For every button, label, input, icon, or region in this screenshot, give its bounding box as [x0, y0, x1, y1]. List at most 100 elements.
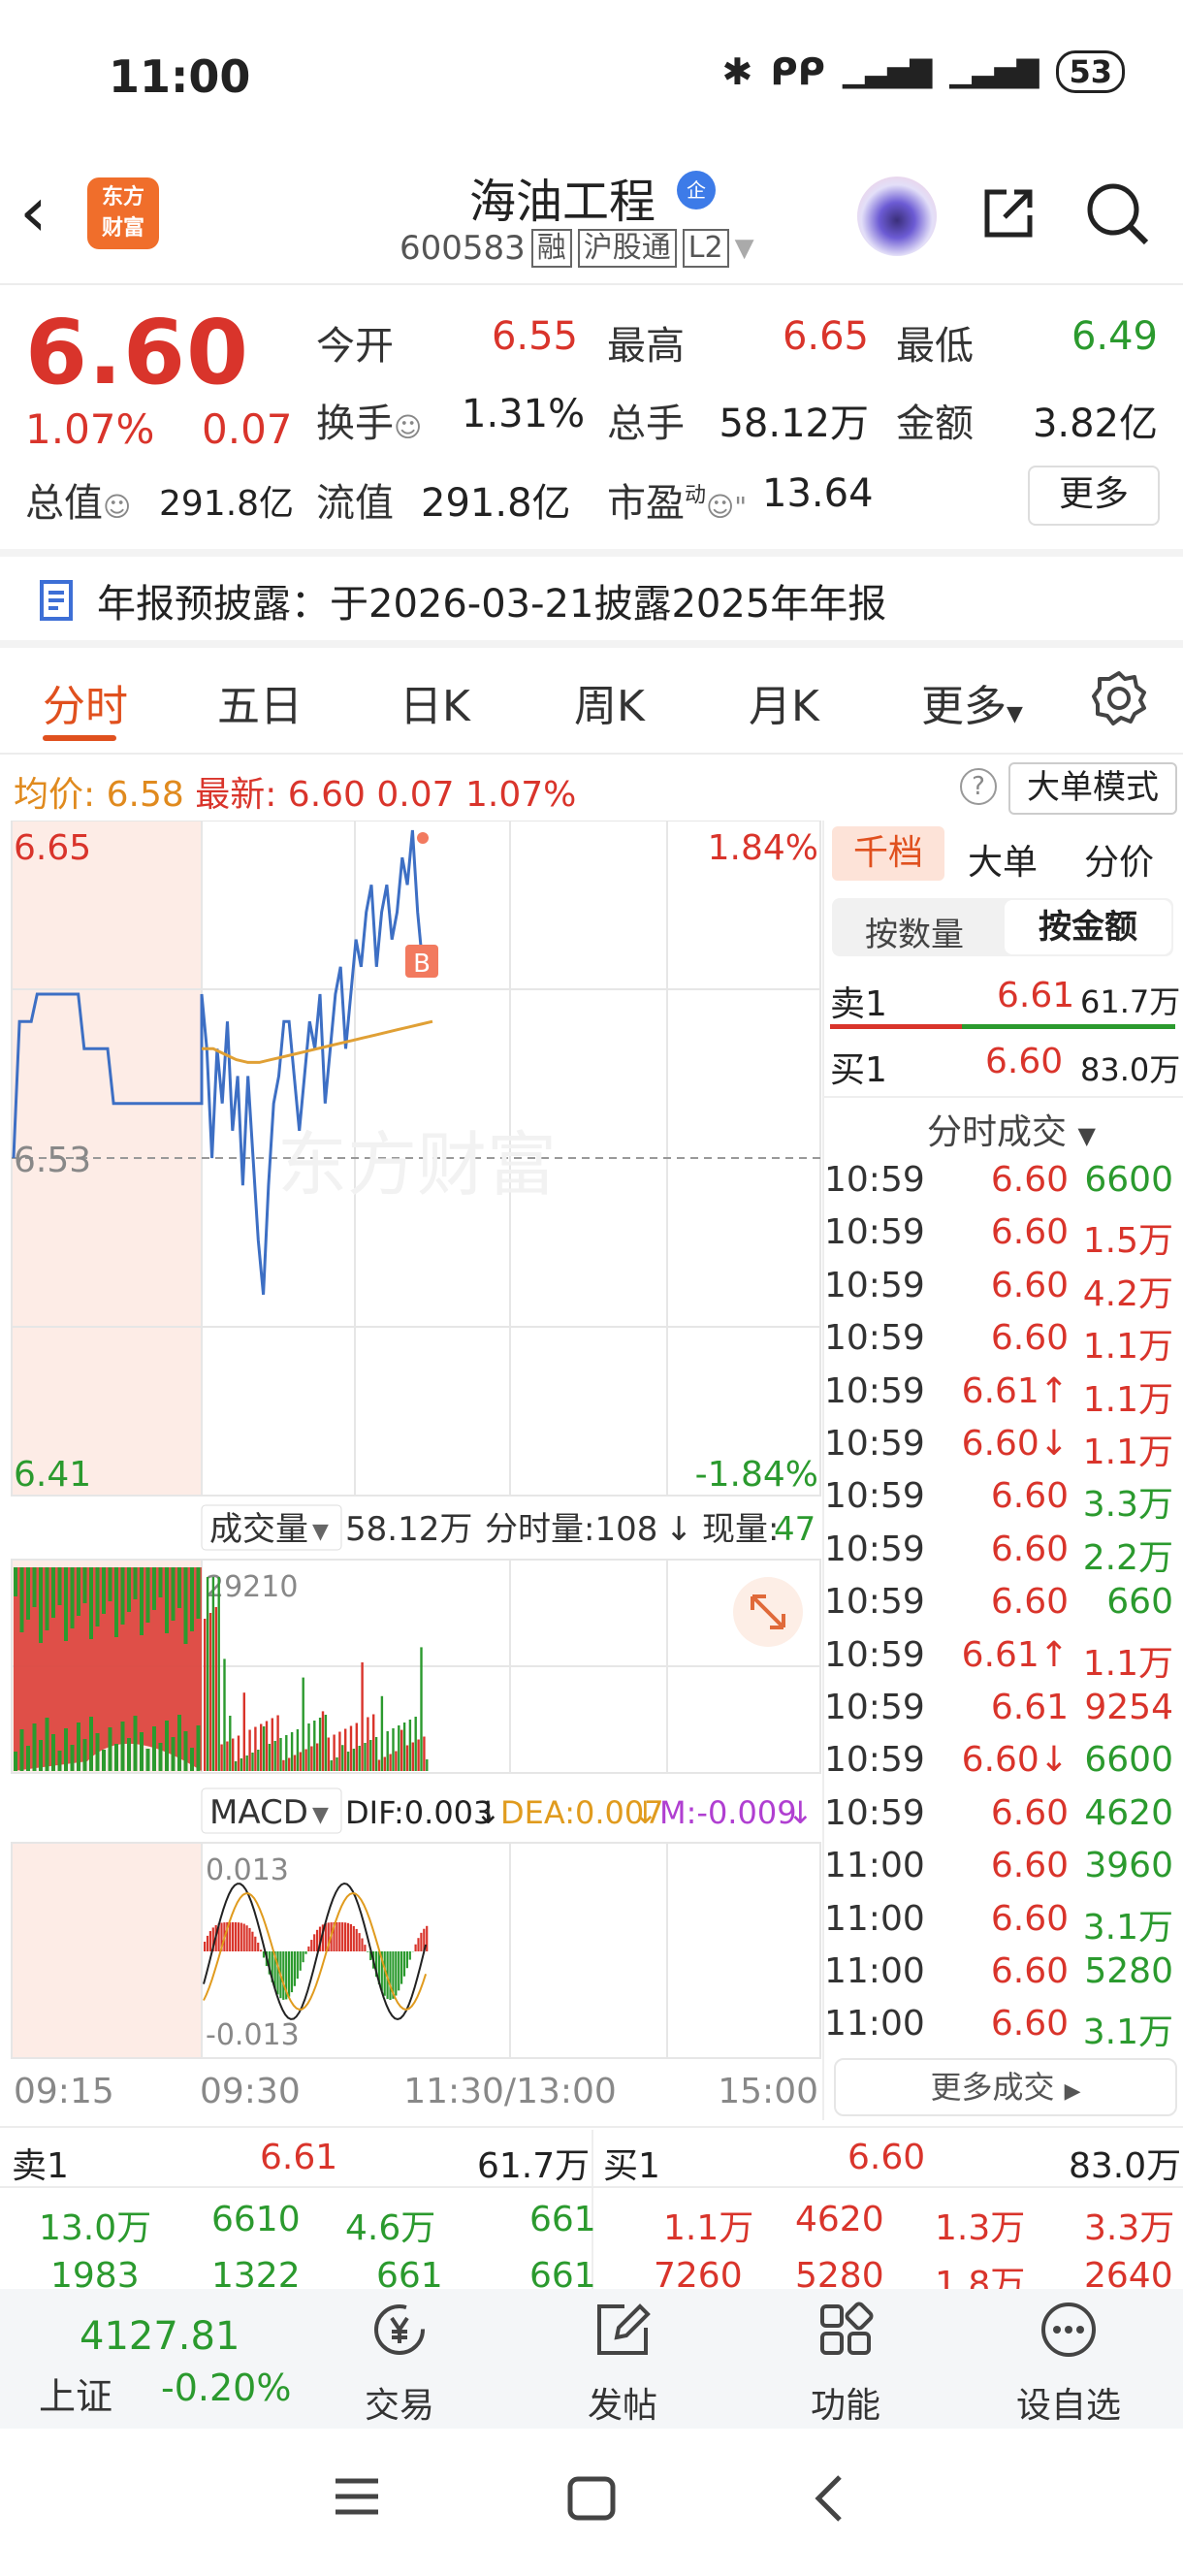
- eastmoney-logo: 东方 财富: [87, 177, 159, 249]
- volume-bar: [282, 1759, 285, 1771]
- y-tick-low: 6.41: [14, 1455, 91, 1495]
- macd-bar: [313, 1934, 316, 1951]
- volume-bar: [64, 1567, 68, 1641]
- volume-bar: [82, 1567, 87, 1603]
- tab-daily-k[interactable]: 日K: [400, 671, 470, 733]
- trade-volume: 1.5万: [1082, 1221, 1173, 1262]
- ob-buy-row1-c2: 4620: [795, 2200, 884, 2239]
- settings-gear-icon[interactable]: [1090, 669, 1148, 727]
- sub-tab-by-quantity[interactable]: 按数量: [865, 908, 964, 955]
- macd-bar: [237, 1922, 240, 1951]
- volume-bar: [196, 1725, 201, 1771]
- macd-bar: [349, 1923, 352, 1951]
- price-summary-line: 均价: 6.58 最新: 6.60 0.07 1.07%: [14, 766, 576, 817]
- intraday-chart[interactable]: 东方财富 6.65 6.53 6.41 1.84% -1.84% B 成交量 ▼…: [0, 821, 824, 2120]
- more-trades-button[interactable]: 更多成交 ▶: [834, 2058, 1177, 2116]
- volume-bar: [318, 1718, 322, 1771]
- nav-functions[interactable]: 功能: [787, 2299, 904, 2428]
- trade-volume: 2.2万: [1082, 1537, 1173, 1578]
- nav-post-label: 发帖: [587, 2386, 657, 2426]
- macd-bar: [302, 1951, 304, 1963]
- volume-bar: [426, 1759, 429, 1771]
- tab-monthly-k[interactable]: 月K: [749, 671, 819, 733]
- tab-five-day[interactable]: 五日: [217, 671, 303, 733]
- macd-bar: [260, 1949, 263, 1951]
- volume-bar: [140, 1567, 144, 1635]
- macd-bar: [358, 1933, 361, 1951]
- macd-bar: [367, 1951, 369, 1952]
- post-edit-icon: [597, 2303, 651, 2355]
- share-icon[interactable]: [977, 182, 1039, 244]
- tab-price-dist[interactable]: 分价: [1084, 834, 1154, 885]
- macd-bar: [352, 1925, 355, 1951]
- trade-volume: 5280: [1084, 1951, 1173, 1991]
- trade-time: 10:59: [824, 1792, 925, 1833]
- more-button[interactable]: 更多: [1028, 466, 1160, 526]
- trade-time: 10:59: [824, 1476, 925, 1517]
- side-sell1-label: 卖1: [830, 984, 887, 1024]
- big-order-mode-button[interactable]: 大单模式: [1008, 762, 1177, 815]
- annual-report-notice[interactable]: 年报预披露：于2026-03-21披露2025年年报: [39, 572, 886, 628]
- macd-bar: [206, 1935, 209, 1951]
- trade-marker-label: B: [413, 950, 431, 979]
- macd-bar: [257, 1943, 260, 1951]
- trades-header[interactable]: 分时成交 ▼: [927, 1104, 1096, 1154]
- volume-bar: [226, 1741, 229, 1771]
- trade-volume: 9254: [1084, 1688, 1173, 1727]
- nav-add-watchlist[interactable]: 设自选: [1010, 2299, 1127, 2428]
- back-icon[interactable]: ‹: [19, 177, 48, 246]
- back-nav-icon[interactable]: [809, 2471, 847, 2526]
- x-tick-0915: 09:15: [14, 2072, 114, 2111]
- volume-bar: [214, 1607, 217, 1771]
- tab-intraday[interactable]: 分时: [43, 671, 128, 733]
- tab-weekly-k[interactable]: 周K: [574, 671, 645, 733]
- nav-post[interactable]: 发帖: [564, 2299, 681, 2428]
- trade-row: 10:59 6.60↓ 6600: [824, 1740, 1183, 1780]
- tab-more[interactable]: 更多▼: [921, 671, 1023, 733]
- tab-big-order[interactable]: 大单: [968, 834, 1038, 885]
- trade-volume: 4.2万: [1082, 1273, 1173, 1314]
- trade-volume: 1.1万: [1082, 1327, 1173, 1368]
- index-change[interactable]: -0.20%: [161, 2367, 291, 2409]
- macd-bar: [208, 1931, 211, 1951]
- volume-bar: [374, 1737, 378, 1771]
- turnover-label[interactable]: 换手☺: [316, 392, 422, 448]
- nav-trade[interactable]: 交易: [341, 2299, 458, 2428]
- pe-label[interactable]: 市盈动☺": [607, 471, 747, 528]
- volume-bar: [392, 1728, 395, 1771]
- index-name[interactable]: 上证: [39, 2367, 112, 2420]
- mktcap-label[interactable]: 总值☺: [25, 471, 131, 528]
- macd-bottom-tick: -0.013: [206, 2018, 300, 2052]
- volume-bar: [217, 1577, 220, 1771]
- tab-level-thousand[interactable]: 千档: [832, 826, 944, 881]
- amount-value: 3.82亿: [1032, 402, 1158, 446]
- low-value: 6.49: [1071, 314, 1158, 359]
- volume-bar: [39, 1740, 43, 1771]
- search-icon[interactable]: [1084, 180, 1152, 248]
- tab-active-indicator: [43, 735, 116, 741]
- y-tick-mid: 6.53: [14, 1141, 91, 1180]
- high-value: 6.65: [782, 314, 869, 359]
- side-sell1-amount: 61.7万: [1080, 983, 1181, 1020]
- stock-code-line[interactable]: 600583 融 沪股通 L2 ▼: [400, 229, 754, 268]
- home-icon[interactable]: [566, 2475, 617, 2522]
- trade-price: 6.61↑: [961, 1370, 1069, 1411]
- volume-bar: [304, 1749, 307, 1771]
- ai-assistant-avatar[interactable]: [857, 177, 937, 256]
- volume-bar: [333, 1734, 336, 1771]
- macd-bar: [234, 1922, 238, 1951]
- trade-time: 10:59: [824, 1212, 925, 1253]
- trade-price: 6.60: [990, 1582, 1069, 1623]
- sub-tab-by-amount[interactable]: 按金额: [1005, 900, 1171, 954]
- trade-marker[interactable]: B: [405, 945, 438, 979]
- index-value[interactable]: 4127.81: [80, 2314, 240, 2359]
- trade-volume: 3.1万: [1082, 2012, 1173, 2053]
- help-icon[interactable]: ?: [960, 768, 997, 805]
- macd-bar: [240, 1922, 242, 1951]
- volume-bar: [330, 1760, 333, 1771]
- pe-label-text: 市盈: [607, 481, 685, 526]
- menu-icon[interactable]: [332, 2475, 382, 2518]
- status-time: 11:00: [109, 50, 251, 103]
- macd-bar: [232, 1922, 235, 1951]
- volume-label: 成交量: [209, 1510, 308, 1549]
